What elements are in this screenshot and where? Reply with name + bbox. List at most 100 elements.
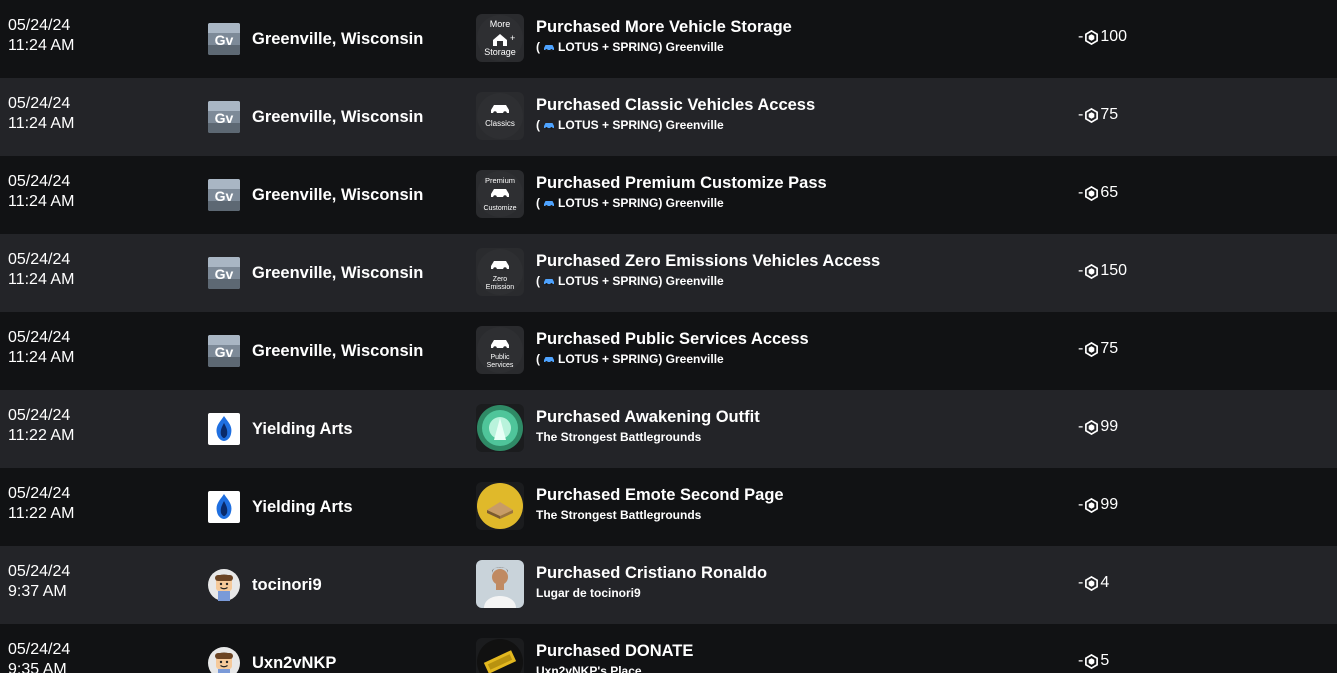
svg-text:More: More [490,19,511,29]
creator-cell[interactable]: Yielding Arts [208,491,353,523]
greenville-logo-icon[interactable]: Gv [208,257,240,289]
item-details: Purchased Cristiano Ronaldo Lugar de toci… [536,563,767,601]
date-cell: 05/24/24 11:22 AM [8,406,74,446]
amount-value: 75 [1100,340,1119,357]
experience-link[interactable]: (LOTUS + SPRING) Greenville [536,273,880,289]
item-cell: Purchased DONATE Uxn2vNKP's Place [476,638,693,673]
svg-text:Gv: Gv [215,344,234,360]
greenville-logo-icon[interactable]: Gv [208,335,240,367]
item-title: Purchased DONATE [536,642,694,660]
robux-icon [1085,653,1099,669]
experience-link[interactable]: (LOTUS + SPRING) Greenville [536,39,792,55]
donate-ticket-icon[interactable] [476,638,524,673]
car-icon [544,279,554,286]
experience-name: LOTUS + SPRING) Greenville [558,40,724,54]
creator-name-link[interactable]: Greenville, Wisconsin [252,186,423,205]
amount-value: 99 [1100,418,1119,435]
experience-link[interactable]: The Strongest Battlegrounds [536,507,784,523]
amount-cell: -150 [1078,261,1127,281]
creator-cell[interactable]: Gv Greenville, Wisconsin [208,101,423,133]
transaction-row: 05/24/24 9:37 AM tocinori9 Purchased Cristi… [0,546,1337,624]
experience-link[interactable]: (LOTUS + SPRING) Greenville [536,195,827,211]
item-cell: Premium Customize Purchased Premium Custom… [476,170,827,218]
greenville-logo-icon[interactable]: Gv [208,101,240,133]
svg-text:Gv: Gv [215,32,234,48]
transaction-row: 05/24/24 11:24 AM Gv Greenville, Wisconsin Z… [0,234,1337,312]
transaction-row: 05/24/24 11:22 AM Yielding Arts Purchased E… [0,468,1337,546]
public-services-icon[interactable]: Public Services [476,326,524,374]
robux-icon [1085,263,1099,279]
transaction-time: 9:37 AM [8,583,67,600]
greenville-logo-icon[interactable]: Gv [208,179,240,211]
transaction-time: 9:35 AM [8,661,67,673]
emote-book-icon[interactable] [476,482,524,530]
transaction-time: 11:24 AM [8,37,75,54]
amount-cell: -5 [1078,651,1109,671]
creator-cell[interactable]: tocinori9 [208,569,322,601]
amount-sign: - [1078,184,1084,201]
creator-cell[interactable]: Gv Greenville, Wisconsin [208,257,423,289]
item-title: Purchased More Vehicle Storage [536,18,792,36]
item-cell: Purchased Emote Second Page The Strongest… [476,482,784,530]
amount-value: 100 [1100,28,1128,45]
transaction-row: 05/24/24 11:24 AM Gv Greenville, Wisconsin M… [0,0,1337,78]
amount-cell: -100 [1078,27,1127,47]
item-title: Purchased Zero Emissions Vehicles Access [536,252,881,270]
item-cell: More + Storage Purchased More Vehicle Stora… [476,14,792,62]
item-details: Purchased Zero Emissions Vehicles Access… [536,251,880,289]
transaction-row: 05/24/24 11:24 AM Gv Greenville, Wisconsin P… [0,156,1337,234]
roblox-avatar-icon[interactable] [208,647,240,673]
item-details: Purchased Classic Vehicles Access (LOTUS … [536,95,815,133]
creator-name-link[interactable]: Greenville, Wisconsin [252,108,423,127]
classics-icon[interactable]: Classics [476,92,524,140]
more-storage-icon[interactable]: More + Storage [476,14,524,62]
item-details: Purchased Emote Second Page The Strongest… [536,485,784,523]
transaction-row: 05/24/24 11:24 AM Gv Greenville, Wisconsin C… [0,78,1337,156]
creator-cell[interactable]: Gv Greenville, Wisconsin [208,23,423,55]
svg-text:+: + [510,33,515,43]
svg-text:Public: Public [490,354,510,361]
creator-name-link[interactable]: Uxn2vNKP [252,654,336,673]
creator-cell[interactable]: Gv Greenville, Wisconsin [208,179,423,211]
creator-cell[interactable]: Gv Greenville, Wisconsin [208,335,423,367]
creator-cell[interactable]: Uxn2vNKP [208,647,336,673]
creator-name-link[interactable]: Yielding Arts [252,420,353,439]
date-cell: 05/24/24 9:35 AM [8,640,70,673]
experience-link[interactable]: (LOTUS + SPRING) Greenville [536,351,809,367]
experience-link[interactable]: The Strongest Battlegrounds [536,429,760,445]
creator-name-link[interactable]: Yielding Arts [252,498,353,517]
sub-prefix: ( [536,274,540,288]
zero-emission-icon[interactable]: Zero Emission [476,248,524,296]
greenville-logo-icon[interactable]: Gv [208,23,240,55]
experience-name: LOTUS + SPRING) Greenville [558,118,724,132]
experience-link[interactable]: Uxn2vNKP's Place [536,663,693,673]
transaction-date: 05/24/24 [8,641,71,658]
footballer-photo-icon[interactable] [476,560,524,608]
experience-name: Lugar de tocinori9 [536,586,641,600]
experience-name: The Strongest Battlegrounds [536,508,702,522]
experience-name: The Strongest Battlegrounds [536,430,702,444]
creator-name-link[interactable]: Greenville, Wisconsin [252,342,423,361]
awakening-outfit-icon[interactable] [476,404,524,452]
date-cell: 05/24/24 11:24 AM [8,328,74,368]
creator-name-link[interactable]: Greenville, Wisconsin [252,264,423,283]
premium-customize-icon[interactable]: Premium Customize [476,170,524,218]
creator-name-link[interactable]: Greenville, Wisconsin [252,30,423,49]
robux-icon [1085,29,1099,45]
item-details: Purchased More Vehicle Storage (LOTUS + S… [536,17,792,55]
yielding-arts-logo-icon[interactable] [208,491,240,523]
svg-text:Customize: Customize [483,205,516,212]
amount-sign: - [1078,262,1084,279]
creator-name-link[interactable]: tocinori9 [252,576,322,595]
creator-cell[interactable]: Yielding Arts [208,413,353,445]
item-title: Purchased Awakening Outfit [536,408,760,426]
yielding-arts-logo-icon[interactable] [208,413,240,445]
experience-link[interactable]: (LOTUS + SPRING) Greenville [536,117,815,133]
experience-link[interactable]: Lugar de tocinori9 [536,585,767,601]
transaction-date: 05/24/24 [8,173,71,190]
robux-icon [1085,419,1099,435]
amount-cell: -75 [1078,339,1118,359]
svg-text:Storage: Storage [484,47,516,57]
roblox-avatar-icon[interactable] [208,569,240,601]
transaction-date: 05/24/24 [8,407,71,424]
